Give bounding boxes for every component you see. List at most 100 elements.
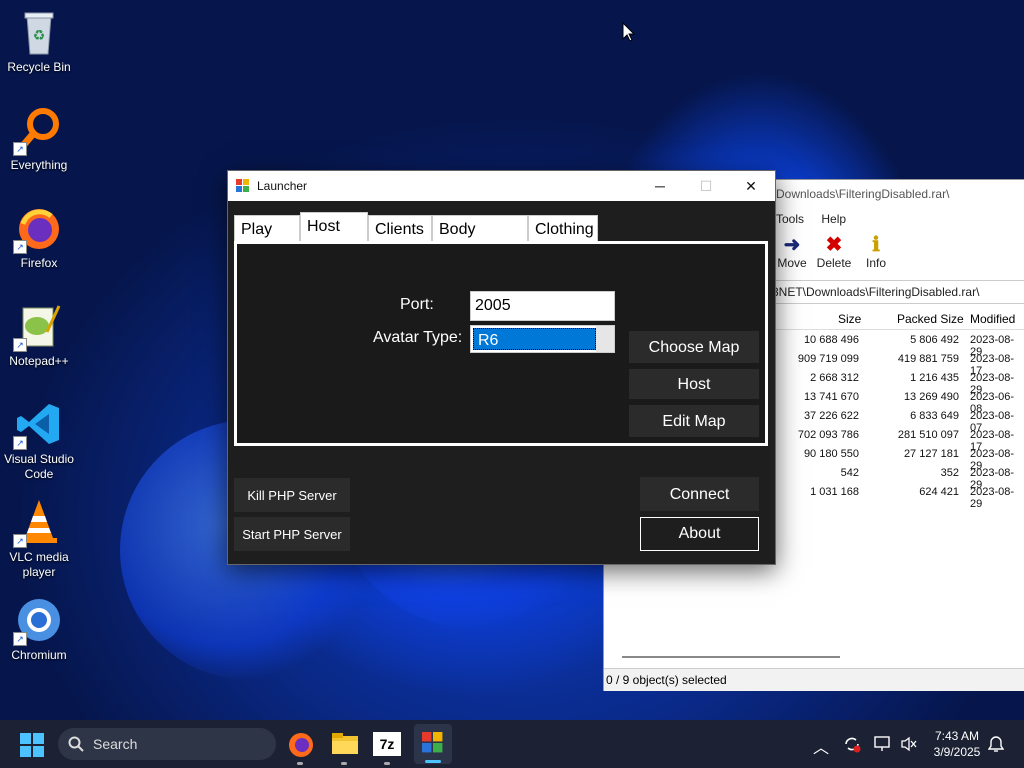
tab-host[interactable]: Host xyxy=(300,212,368,241)
zip-status-bar: 0 / 9 object(s) selected xyxy=(604,668,1024,691)
port-input[interactable]: 2005 xyxy=(470,291,615,321)
cell-packed: 1 216 435 xyxy=(910,372,959,384)
horizontal-scrollbar[interactable] xyxy=(622,656,840,658)
delete-x-icon: ✖ xyxy=(825,234,843,256)
shortcut-arrow-icon: ↗ xyxy=(13,338,27,352)
notification-bell-icon[interactable] xyxy=(988,735,1004,753)
minimize-button[interactable]: ─ xyxy=(637,171,683,201)
desktop-icon-recycle-bin[interactable]: ♻ Recycle Bin xyxy=(0,8,78,75)
everything-magnifier-icon: ↗ xyxy=(13,106,63,156)
speaker-muted-icon[interactable] xyxy=(900,736,918,752)
shortcut-arrow-icon: ↗ xyxy=(13,240,27,254)
start-php-server-button[interactable]: Start PHP Server xyxy=(234,517,350,551)
running-indicator xyxy=(341,762,347,765)
launcher-app-icon xyxy=(236,179,249,192)
chromium-icon: ↗ xyxy=(13,596,63,646)
close-button[interactable]: ✕ xyxy=(728,171,774,201)
taskbar: Search 7z ︿ 7:43 AM 3/9/2025 xyxy=(0,720,1024,768)
column-size[interactable]: Size xyxy=(838,312,861,326)
cell-packed: 13 269 490 xyxy=(903,391,959,403)
chevron-down-icon[interactable] xyxy=(596,326,614,352)
host-button[interactable]: Host xyxy=(629,369,759,399)
delete-label: Delete xyxy=(816,256,852,270)
info-label: Info xyxy=(865,256,886,270)
desktop-icon-label: Firefox xyxy=(20,256,58,270)
desktop-icon-label: Everything xyxy=(10,158,68,172)
column-packed-size[interactable]: Packed Size xyxy=(897,312,964,326)
vscode-icon: ↗ xyxy=(13,400,63,450)
choose-map-button[interactable]: Choose Map xyxy=(629,331,759,363)
taskbar-clock[interactable]: 7:43 AM 3/9/2025 xyxy=(930,728,984,760)
launcher-app-icon xyxy=(422,732,443,753)
recycle-bin-icon: ♻ xyxy=(15,8,63,56)
kill-php-server-button[interactable]: Kill PHP Server xyxy=(234,478,350,512)
taskbar-launcher-active[interactable] xyxy=(414,724,452,764)
taskbar-firefox-icon[interactable] xyxy=(285,728,317,760)
mouse-cursor-icon xyxy=(622,22,636,42)
tab-play[interactable]: Play xyxy=(234,215,300,241)
sync-status-icon[interactable] xyxy=(843,735,861,753)
move-arrow-icon: ➜ xyxy=(783,234,801,256)
desktop-icon-notepadpp[interactable]: ↗ Notepad++ xyxy=(0,302,78,369)
taskbar-file-explorer-icon[interactable] xyxy=(329,728,361,760)
launcher-title: Launcher xyxy=(257,179,308,193)
cell-size: 37 226 622 xyxy=(803,410,859,422)
cell-packed: 419 881 759 xyxy=(897,353,959,365)
cell-packed: 281 510 097 xyxy=(897,429,959,441)
clock-time: 7:43 AM xyxy=(934,729,980,743)
host-tab-panel: Port: 2005 Avatar Type: R6 Choose Map Ho… xyxy=(234,241,768,446)
active-indicator xyxy=(425,760,441,763)
svg-text:♻: ♻ xyxy=(33,28,46,44)
search-icon xyxy=(68,736,84,752)
cell-size: 1 031 168 xyxy=(810,486,859,498)
cell-size: 542 xyxy=(840,467,859,479)
info-icon: ℹ xyxy=(872,234,880,256)
shortcut-arrow-icon: ↗ xyxy=(13,632,27,646)
cell-packed: 624 421 xyxy=(919,486,959,498)
vlc-cone-icon: ↗ xyxy=(13,498,63,548)
connect-button[interactable]: Connect xyxy=(640,477,759,511)
cell-size: 2 668 312 xyxy=(810,372,859,384)
maximize-button[interactable]: ☐ xyxy=(683,171,729,201)
clock-date: 3/9/2025 xyxy=(933,745,981,759)
running-indicator xyxy=(384,762,390,765)
desktop-icon-everything[interactable]: ↗ Everything xyxy=(0,106,78,173)
cell-packed: 5 806 492 xyxy=(910,334,959,346)
cell-modified: 2023-08-29 xyxy=(970,486,1015,510)
desktop-icon-label: Chromium xyxy=(11,648,67,662)
desktop-icon-vscode[interactable]: ↗ Visual Studio Code xyxy=(0,400,78,482)
menu-tools[interactable]: Tools xyxy=(776,212,804,226)
start-windows-icon[interactable] xyxy=(20,733,44,757)
delete-button[interactable]: ✖ Delete xyxy=(814,234,854,270)
firefox-icon: ↗ xyxy=(13,204,63,254)
column-modified[interactable]: Modified xyxy=(970,312,1015,326)
cell-packed: 6 833 649 xyxy=(910,410,959,422)
avatar-type-dropdown[interactable]: R6 xyxy=(470,325,615,353)
about-button[interactable]: About xyxy=(640,517,759,551)
move-button[interactable]: ➜ Move xyxy=(772,234,812,270)
tray-overflow-chevron-icon[interactable]: ︿ xyxy=(813,734,829,758)
desktop-icon-label: Recycle Bin xyxy=(7,60,71,74)
edit-map-button[interactable]: Edit Map xyxy=(629,405,759,437)
desktop-icon-chromium[interactable]: ↗ Chromium xyxy=(0,596,78,663)
launcher-titlebar[interactable]: Launcher ─ ☐ ✕ xyxy=(228,171,775,201)
notepadpp-icon: ↗ xyxy=(13,302,63,352)
taskbar-search-box[interactable]: Search xyxy=(58,728,276,760)
network-icon[interactable] xyxy=(874,736,892,752)
taskbar-7zip-icon[interactable]: 7z xyxy=(373,732,401,756)
cell-size: 90 180 550 xyxy=(803,448,859,460)
desktop-icon-label: Notepad++ xyxy=(9,354,69,368)
tab-clients[interactable]: Clients xyxy=(368,215,432,241)
tab-body-colors[interactable]: Body Colors xyxy=(432,215,528,266)
tab-clothing[interactable]: Clothing xyxy=(528,215,598,241)
cell-size: 702 093 786 xyxy=(797,429,859,441)
move-label: Move xyxy=(777,256,807,270)
launcher-window[interactable]: Launcher ─ ☐ ✕ Play Host Clients Body Co… xyxy=(227,170,776,565)
desktop-icon-label: Visual Studio Code xyxy=(4,452,74,481)
cell-packed: 27 127 181 xyxy=(903,448,959,460)
cell-size: 10 688 496 xyxy=(803,334,859,346)
desktop-icon-vlc[interactable]: ↗ VLC media player xyxy=(0,498,78,580)
menu-help[interactable]: Help xyxy=(821,212,846,226)
info-button[interactable]: ℹ Info xyxy=(856,234,896,270)
desktop-icon-firefox[interactable]: ↗ Firefox xyxy=(0,204,78,271)
